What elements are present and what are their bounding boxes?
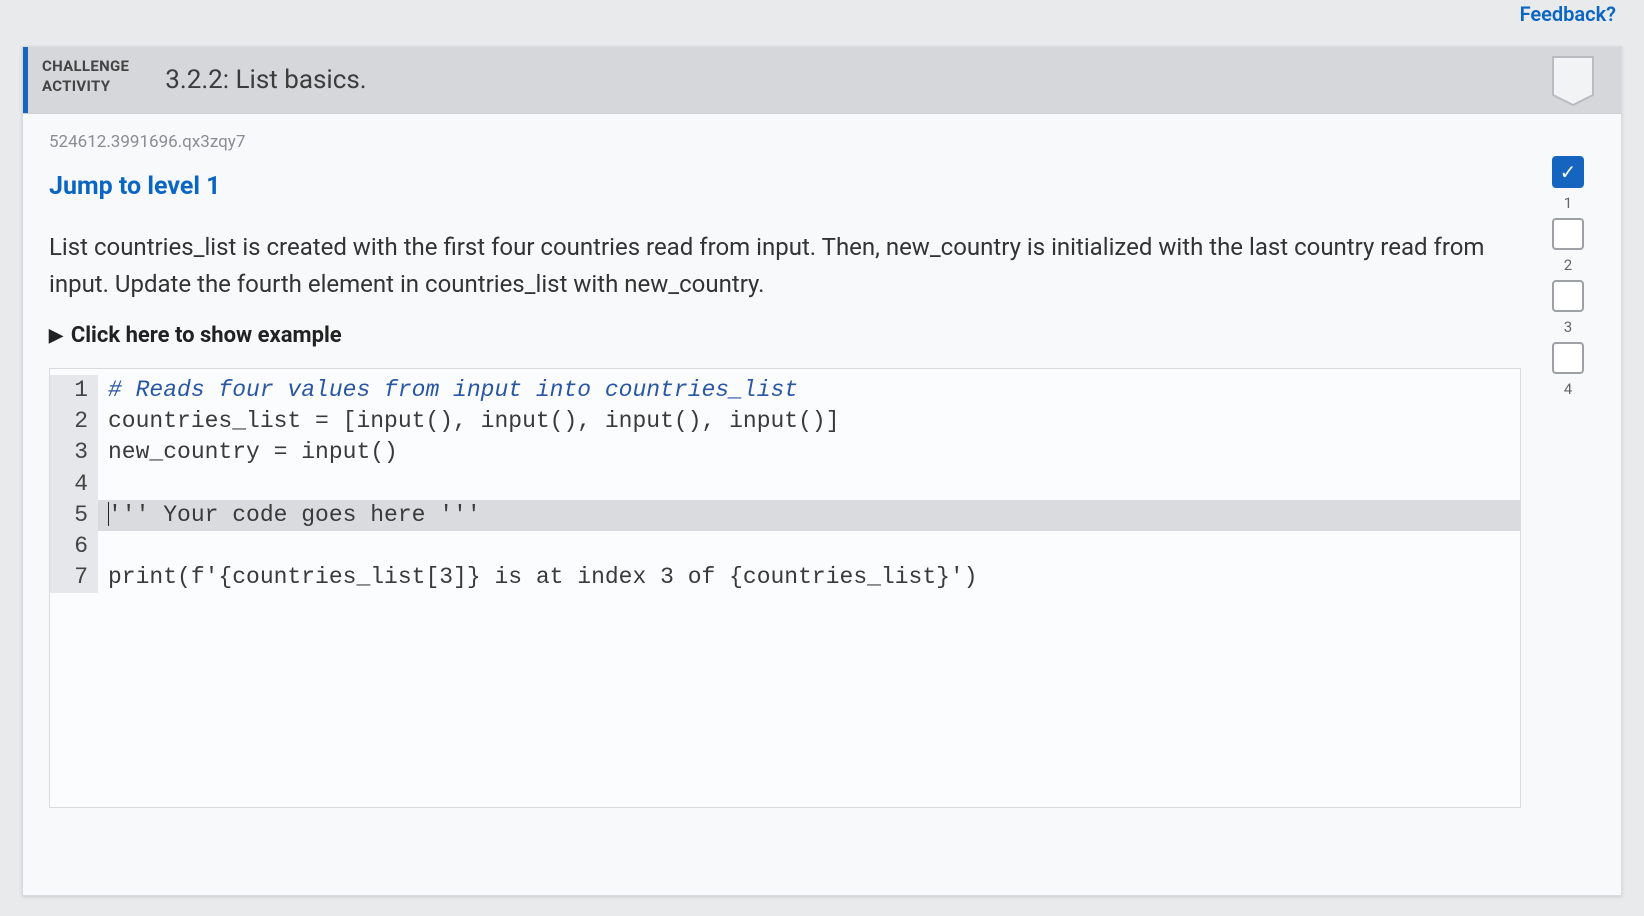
- code-line[interactable]: 6: [50, 531, 1520, 562]
- code-text[interactable]: print(f'{countries_list[3]} is at index …: [98, 562, 1520, 593]
- level-number: 2: [1564, 256, 1572, 274]
- challenge-header: CHALLENGE ACTIVITY 3.2.2: List basics.: [23, 47, 1621, 114]
- code-line[interactable]: 5''' Your code goes here ''': [50, 500, 1520, 531]
- level-number: 4: [1564, 380, 1572, 398]
- line-number: 4: [50, 469, 98, 500]
- level-box-3[interactable]: 3: [1552, 280, 1584, 312]
- line-number: 5: [50, 500, 98, 531]
- level-nav: ✓1 2 3 4: [1541, 132, 1595, 808]
- level-box-2[interactable]: 2: [1552, 218, 1584, 250]
- code-text[interactable]: ''' Your code goes here ''': [98, 500, 1520, 531]
- activity-title: 3.2.2: List basics.: [143, 47, 1621, 113]
- show-example-toggle[interactable]: ▶ Click here to show example: [49, 323, 1521, 348]
- code-text[interactable]: countries_list = [input(), input(), inpu…: [98, 406, 1520, 437]
- text-caret: [108, 502, 109, 526]
- problem-statement: List countries_list is created with the …: [49, 229, 1521, 303]
- session-id: 524612.3991696.qx3zqy7: [49, 132, 1521, 152]
- line-number: 7: [50, 562, 98, 593]
- line-number: 1: [50, 375, 98, 406]
- code-line[interactable]: 2countries_list = [input(), input(), inp…: [50, 406, 1520, 437]
- challenge-panel: CHALLENGE ACTIVITY 3.2.2: List basics. 5…: [22, 46, 1622, 896]
- code-line[interactable]: 1# Reads four values from input into cou…: [50, 375, 1520, 406]
- triangle-right-icon: ▶: [49, 325, 63, 346]
- code-text[interactable]: # Reads four values from input into coun…: [98, 375, 1520, 406]
- line-number: 2: [50, 406, 98, 437]
- challenge-tag: CHALLENGE ACTIVITY: [23, 47, 143, 113]
- level-box-1[interactable]: ✓1: [1552, 156, 1584, 188]
- code-line[interactable]: 4: [50, 469, 1520, 500]
- level-number: 1: [1564, 194, 1572, 212]
- code-line[interactable]: 7print(f'{countries_list[3]} is at index…: [50, 562, 1520, 593]
- content-area: 524612.3991696.qx3zqy7 Jump to level 1 L…: [23, 114, 1621, 828]
- line-number: 3: [50, 437, 98, 468]
- code-editor[interactable]: 1# Reads four values from input into cou…: [49, 368, 1521, 808]
- level-number: 3: [1564, 318, 1572, 336]
- content-main: 524612.3991696.qx3zqy7 Jump to level 1 L…: [49, 132, 1541, 808]
- bookmark-icon[interactable]: [1551, 55, 1595, 107]
- feedback-link[interactable]: Feedback?: [1514, 0, 1622, 28]
- code-text[interactable]: new_country = input(): [98, 437, 1520, 468]
- code-line[interactable]: 3new_country = input(): [50, 437, 1520, 468]
- show-example-label: Click here to show example: [71, 323, 342, 348]
- challenge-tag-line2: ACTIVITY: [42, 77, 129, 97]
- challenge-tag-line1: CHALLENGE: [42, 57, 129, 77]
- line-number: 6: [50, 531, 98, 562]
- level-box-4[interactable]: 4: [1552, 342, 1584, 374]
- jump-to-level-link[interactable]: Jump to level 1: [49, 172, 1521, 201]
